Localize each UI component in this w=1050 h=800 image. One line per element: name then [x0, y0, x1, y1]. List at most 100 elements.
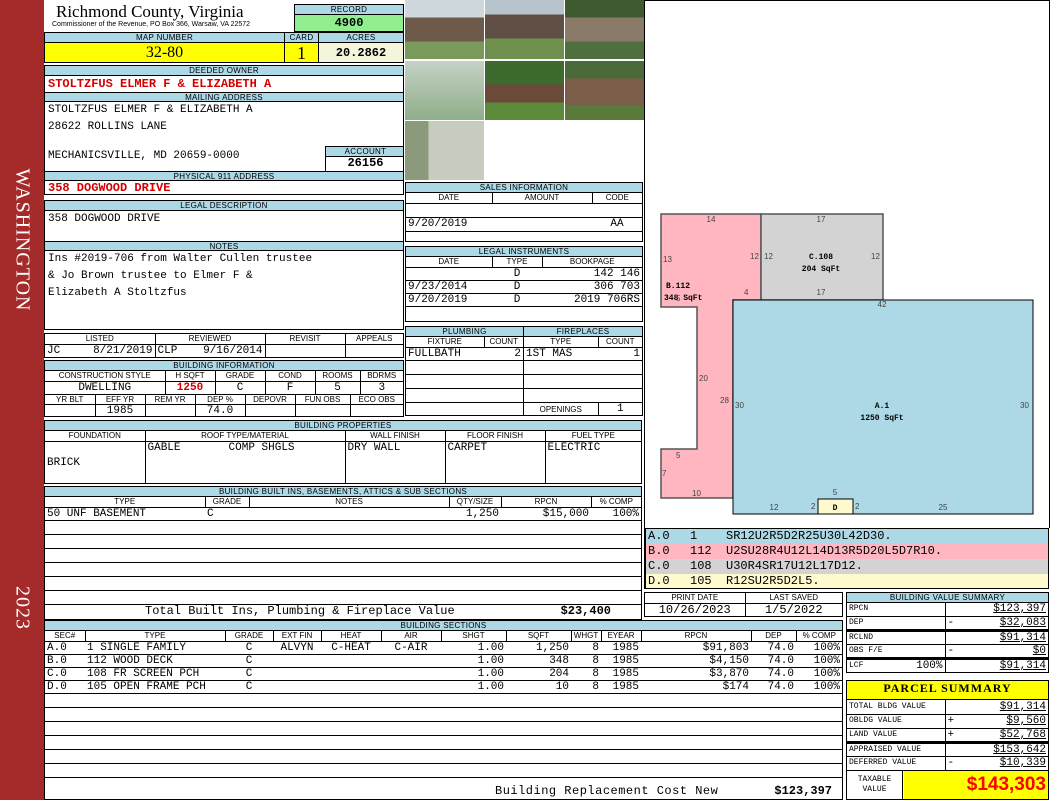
col-header: DATE [406, 257, 493, 268]
property-photo[interactable] [485, 0, 564, 59]
building-value-summary: BUILDING VALUE SUMMARY RPCN $123,397 DEP - $… [846, 592, 1049, 673]
fuel-type: ELECTRIC [544, 441, 641, 483]
bedrooms: 3 [359, 381, 403, 395]
section-cell: 8 [571, 680, 601, 694]
dimension: 4 [744, 288, 749, 297]
section-cell: B.0 [45, 654, 85, 668]
vector-row[interactable]: D.0 105 R12SU2R5D2L5. [646, 574, 1048, 588]
section-cell: 1.00 [441, 641, 506, 655]
sales-label: SALES INFORMATION [406, 183, 642, 193]
section-cell: 10 [506, 680, 571, 694]
col-header: HEAT [320, 631, 382, 642]
col-header: ECO OBS [349, 394, 403, 405]
col-header: QTY/SIZE [448, 497, 502, 508]
col-header: EFF YR [94, 394, 146, 405]
property-photo[interactable] [405, 0, 484, 59]
dimension: 12 [750, 252, 759, 261]
property-photo[interactable] [565, 61, 644, 120]
parcel-summary-cell: OBLDG VALUE [849, 716, 902, 725]
col-header: CONSTRUCTION STYLE [45, 371, 166, 382]
property-photo[interactable] [405, 61, 484, 120]
col-header: % COMP [590, 497, 641, 508]
private-road-sign-photo[interactable] [405, 121, 484, 180]
fireplaces: FIREPLACES TYPE COUNT 1ST MAS 1 OPENINGS 1 [523, 326, 643, 416]
dimension: 12 [770, 503, 779, 512]
legal-instruments: LEGAL INSTRUMENTS DATE TYPE BOOKPAGE D 142 … [405, 246, 643, 322]
summary-cell: $0 [1032, 644, 1046, 657]
parcel-id-row: MAP NUMBER 32-80 CARD 1 ACRES 20.2862 [44, 32, 404, 63]
instrument-bookpage: 142 146 [542, 267, 642, 281]
property-photo[interactable] [485, 61, 564, 120]
vector-cell: 108 [690, 559, 712, 573]
plumbing-fixture: FULLBATH [406, 347, 484, 361]
vector-cell: U30R4SR17U12L17D12. [726, 559, 863, 573]
taxable-value: $143,303 [904, 771, 1048, 799]
tax-year: 2023 [11, 586, 34, 630]
deeded-owner: STOLTZFUS ELMER F & ELIZABETH A [48, 77, 272, 91]
vector-row[interactable]: A.0 1 SR12U2R5D2R25U30L42D30. [646, 529, 1048, 544]
openings-label: OPENINGS [539, 404, 582, 414]
builtins-total-label: Total Built Ins, Plumbing & Fireplace Va… [145, 604, 455, 618]
summary-row: LCF 100% $91,314 [847, 658, 1048, 672]
summary-cell: $91,314 [999, 631, 1046, 644]
col-header: DEPOVR [244, 394, 296, 405]
table-row [45, 735, 842, 750]
taxable-label: TAXABLE VALUE [847, 771, 903, 799]
summary-cell: $91,314 [999, 659, 1046, 672]
vector-cell: 112 [690, 544, 712, 558]
print-date-label: PRINT DATE [645, 593, 746, 604]
section-cell: 348 [506, 654, 571, 668]
table-row [45, 693, 842, 708]
col-header: DATE [406, 193, 493, 204]
section-cell [273, 680, 321, 694]
summary-row: DEP - $32,083 [847, 616, 1048, 630]
table-row: 9/23/2014 D 306 703 [406, 280, 642, 294]
record-box: RECORD 4900 [294, 4, 404, 32]
parcel-summary-cell: $52,768 [999, 728, 1046, 741]
table-row [45, 749, 842, 764]
fireplace-count: 1 [598, 347, 642, 361]
parcel-summary-cell: $153,642 [993, 743, 1046, 756]
parcel-summary-cell: APPRAISED VALUE [849, 744, 922, 754]
plumbing-label: PLUMBING [406, 327, 523, 337]
vector-row[interactable]: B.0 112 U2SU28R4U12L14D13R5D20L5D7R10. [646, 544, 1048, 559]
section-cell: 1,250 [506, 641, 571, 655]
dimension: 5 [833, 488, 838, 497]
building-sketch[interactable]: B.112 348 SqFt C.108 204 SqFt A.1 1250 S… [644, 0, 1050, 528]
col-header: EYEAR [600, 631, 642, 642]
dimension: 25 [939, 503, 948, 512]
section-cell: C.0 [45, 667, 85, 681]
condition: F [264, 381, 315, 395]
listed-date: 8/21/2019 [93, 344, 153, 357]
col-header: GRADE [214, 371, 266, 382]
col-header: TYPE [84, 631, 226, 642]
section-cell: 100% [796, 654, 842, 668]
col-header: TYPE [524, 337, 599, 348]
section-cell: 100% [796, 667, 842, 681]
col-header: RPCN [640, 631, 752, 642]
functional-obs [294, 404, 350, 416]
property-photo[interactable] [565, 0, 644, 59]
dimension: 2 [855, 502, 860, 511]
vector-row[interactable]: C.0 108 U30R4SR17U12L17D12. [646, 559, 1048, 574]
instrument-type: D [492, 267, 542, 281]
col-header: BOOKPAGE [541, 257, 642, 268]
parcel-summary-cell: $9,560 [1006, 715, 1046, 727]
builtin-qty: 1,250 [449, 507, 501, 521]
building-sections-label: BUILDING SECTIONS [45, 621, 842, 631]
parcel-summary-row: APPRAISED VALUE $153,642 [847, 742, 1048, 756]
col-header: EXT FIN [272, 631, 322, 642]
account-number: 26156 [347, 156, 384, 170]
instrument-type: D [492, 280, 542, 294]
vector-cell: A.0 [648, 529, 670, 543]
parcel-summary-cell: LAND VALUE [849, 729, 898, 739]
last-saved: 1/5/2022 [744, 603, 842, 616]
value-summary-label: BUILDING VALUE SUMMARY [847, 593, 1048, 603]
heated-sqft: 1250 [164, 381, 215, 395]
col-header: REM YR [144, 394, 196, 405]
appeals-label: APPEALS [344, 334, 403, 345]
builtin-notes [249, 507, 449, 521]
col-header: NOTES [248, 497, 450, 508]
section-cell: 74.0 [751, 667, 796, 681]
col-header: BDRMS [359, 371, 403, 382]
